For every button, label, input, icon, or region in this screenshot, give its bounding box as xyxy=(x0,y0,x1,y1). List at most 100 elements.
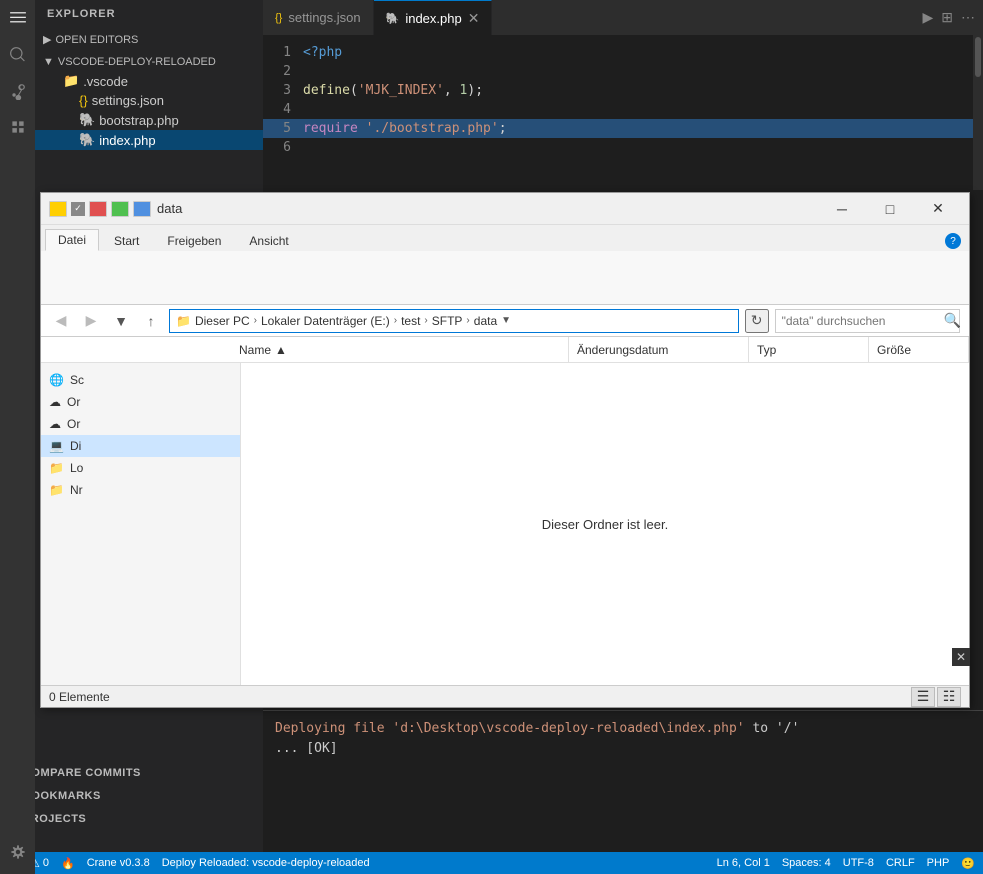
nav-item-or1[interactable]: ☁ Or xyxy=(41,391,240,413)
source-control-icon[interactable] xyxy=(4,77,32,105)
statusbar-right: Ln 6, Col 1 Spaces: 4 UTF-8 CRLF PHP 🙂 xyxy=(717,857,975,870)
settings-json-item[interactable]: {} settings.json xyxy=(35,91,263,110)
php-file-icon: 🐘 xyxy=(79,112,95,128)
refresh-button[interactable]: ↻ xyxy=(745,309,769,333)
activity-bar xyxy=(0,0,35,874)
col-type-header[interactable]: Typ xyxy=(749,337,869,362)
nav-item-icon-or2: ☁ xyxy=(49,417,61,431)
line-ending[interactable]: CRLF xyxy=(886,857,915,869)
file-list-container: Name ▲ Änderungsdatum Typ Größe 🌐 Sc xyxy=(41,337,969,685)
nav-item-di[interactable]: 💻 Di xyxy=(41,435,240,457)
window-title: data xyxy=(157,201,182,216)
ribbon-tab-ansicht[interactable]: Ansicht xyxy=(236,230,301,251)
editor-tabs: ▶ ⊞ ⋯ {} settings.json 🐘 index.php ✕ xyxy=(263,0,983,35)
panel-close-icon[interactable]: ✕ xyxy=(952,648,970,666)
indentation[interactable]: Spaces: 4 xyxy=(782,857,831,869)
file-content-area: Dieser Ordner ist leer. xyxy=(241,363,969,685)
extensions-icon[interactable] xyxy=(4,113,32,141)
run-icon[interactable]: ▶ xyxy=(922,9,933,26)
ribbon-tab-freigeben[interactable]: Freigeben xyxy=(154,230,234,251)
projects-item[interactable]: ▶ PROJECTS xyxy=(0,807,263,830)
code-line-6: 6 xyxy=(263,138,983,157)
recent-locations-button[interactable]: ▼ xyxy=(109,309,133,333)
search-input[interactable] xyxy=(775,309,960,333)
nav-item-nr[interactable]: 📁 Nr xyxy=(41,479,240,501)
terminal-area[interactable]: Deploying file 'd:\Desktop\vscode-deploy… xyxy=(263,710,983,825)
deploy-status[interactable]: Deploy Reloaded: vscode-deploy-reloaded xyxy=(162,857,370,869)
code-editor[interactable]: 1 <?php 2 3 define('MJK_INDEX', 1); 4 5 … xyxy=(263,35,983,173)
nav-item-sc[interactable]: 🌐 Sc xyxy=(41,369,240,391)
list-view-button[interactable]: ☰ xyxy=(911,687,935,707)
settings-icon[interactable] xyxy=(4,838,32,866)
explorer-icon[interactable] xyxy=(4,5,32,33)
folder-icon-red xyxy=(89,201,107,217)
settings-json-tab[interactable]: {} settings.json xyxy=(263,0,374,35)
compare-commits-item[interactable]: ▶ COMPARE COMMITS xyxy=(0,761,263,784)
col-size-header[interactable]: Größe xyxy=(869,337,969,362)
col-name-header[interactable]: Name ▲ xyxy=(231,337,569,362)
scroll-thumb xyxy=(975,37,981,77)
terminal-line-2: ... [OK] xyxy=(275,739,971,759)
code-line-2: 2 xyxy=(263,62,983,81)
column-headers: Name ▲ Änderungsdatum Typ Größe xyxy=(41,337,969,363)
statusbar-left: ⚠ 0 ⚠ 0 🔥 Crane v0.3.8 Deploy Reloaded: … xyxy=(8,857,370,870)
bookmarks-item[interactable]: ▶ BOOKMARKS xyxy=(0,784,263,807)
explorer-title: EXPLORER xyxy=(35,0,263,28)
close-button[interactable]: ✕ xyxy=(915,194,961,224)
more-icon[interactable]: ⋯ xyxy=(961,9,975,26)
index-php-tab[interactable]: 🐘 index.php ✕ xyxy=(374,0,493,35)
open-editors-section: ▶ OPEN EDITORS xyxy=(35,28,263,51)
nav-item-or2[interactable]: ☁ Or xyxy=(41,413,240,435)
ribbon: Datei Start Freigeben Ansicht ? xyxy=(41,225,969,305)
folder-icon-blue xyxy=(133,201,151,217)
ribbon-tab-start[interactable]: Start xyxy=(101,230,152,251)
file-status-bar: 0 Elemente ☰ ☷ xyxy=(41,685,969,707)
empty-folder-label: Dieser Ordner ist leer. xyxy=(542,517,668,532)
split-icon[interactable]: ⊞ xyxy=(941,9,953,26)
close-tab-icon[interactable]: ✕ xyxy=(468,10,480,27)
code-line-3: 3 define('MJK_INDEX', 1); xyxy=(263,81,983,100)
project-header[interactable]: ▼ VSCODE-DEPLOY-RELOADED xyxy=(35,53,263,71)
search-icon[interactable] xyxy=(4,41,32,69)
nav-item-icon-di: 💻 xyxy=(49,439,64,453)
forward-button[interactable]: ▶ xyxy=(79,309,103,333)
php-file-icon-active: 🐘 xyxy=(79,132,95,148)
nav-item-lo[interactable]: 📁 Lo xyxy=(41,457,240,479)
help-button[interactable]: ? xyxy=(945,233,961,249)
chevron-right-icon: ▶ xyxy=(43,33,51,46)
json-file-icon: {} xyxy=(79,93,88,108)
col-date-header[interactable]: Änderungsdatum xyxy=(569,337,749,362)
back-button[interactable]: ◀ xyxy=(49,309,73,333)
ribbon-tab-datei[interactable]: Datei xyxy=(45,229,99,251)
file-list-area: 🌐 Sc ☁ Or ☁ Or 💻 Di 📁 Lo xyxy=(41,363,969,685)
minimize-button[interactable]: ─ xyxy=(819,194,865,224)
path-folder-icon: 📁 xyxy=(176,314,191,328)
file-status-text: 0 Elemente xyxy=(49,690,110,704)
maximize-button[interactable]: □ xyxy=(867,194,913,224)
address-path[interactable]: 📁 Dieser PC › Lokaler Datenträger (E:) ›… xyxy=(169,309,739,333)
details-view-button[interactable]: ☷ xyxy=(937,687,961,707)
search-icon: 🔍 xyxy=(944,312,961,329)
bootstrap-php-item[interactable]: 🐘 bootstrap.php xyxy=(35,110,263,130)
cursor-position[interactable]: Ln 6, Col 1 xyxy=(717,857,770,869)
language-mode[interactable]: PHP xyxy=(927,857,950,869)
check-icon: ✓ xyxy=(71,202,85,216)
smiley-icon[interactable]: 🙂 xyxy=(961,857,975,870)
nav-item-icon-lo: 📁 xyxy=(49,461,64,475)
vscode-folder-item[interactable]: 📁 .vscode xyxy=(35,71,263,91)
open-editors-header[interactable]: ▶ OPEN EDITORS xyxy=(35,30,263,49)
chevron-down-icon: ▼ xyxy=(43,56,54,68)
status-bar: ⚠ 0 ⚠ 0 🔥 Crane v0.3.8 Deploy Reloaded: … xyxy=(0,852,983,874)
up-button[interactable]: ↑ xyxy=(139,309,163,333)
window-titlebar: ✓ data ─ □ ✕ xyxy=(41,193,969,225)
editor-scrollbar[interactable] xyxy=(973,35,983,190)
project-section: ▼ VSCODE-DEPLOY-RELOADED 📁 .vscode {} se… xyxy=(35,51,263,152)
view-buttons: ☰ ☷ xyxy=(911,687,961,707)
encoding[interactable]: UTF-8 xyxy=(843,857,874,869)
index-php-item[interactable]: 🐘 index.php xyxy=(35,130,263,150)
crane-version[interactable]: Crane v0.3.8 xyxy=(87,857,150,869)
folder-icon: 📁 xyxy=(63,73,79,89)
terminal-line-1: Deploying file 'd:\Desktop\vscode-deploy… xyxy=(275,719,971,739)
window-icon-group: ✓ xyxy=(49,201,151,217)
address-bar: ◀ ▶ ▼ ↑ 📁 Dieser PC › Lokaler Datenträge… xyxy=(41,305,969,337)
